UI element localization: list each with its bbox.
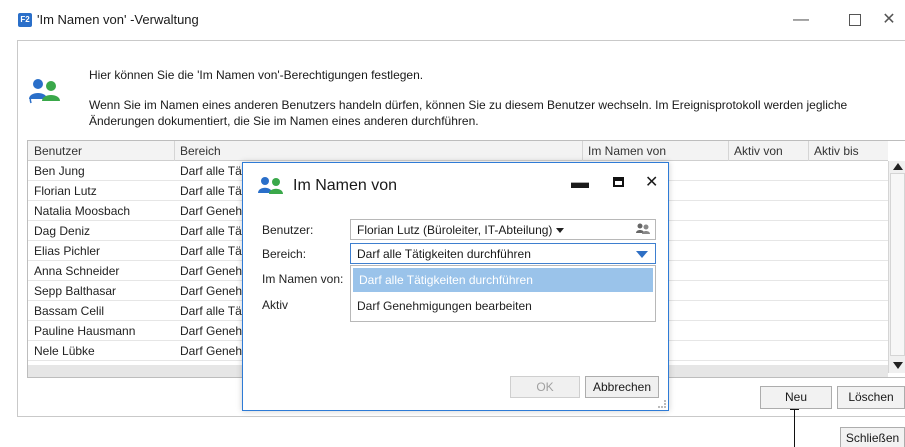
cell-benutzer: Elias Pichler — [34, 244, 101, 258]
cell-benutzer: Ben Jung — [34, 164, 85, 178]
bereich-dropdown-list: Darf alle Tätigkeiten durchführen Darf G… — [350, 265, 656, 322]
cell-bereich: Darf Genehr — [180, 264, 247, 278]
cell-bereich: Darf Genehr — [180, 284, 247, 298]
cancel-button[interactable]: Abbrechen — [585, 376, 659, 398]
label-bereich: Bereich: — [262, 247, 307, 261]
cell-benutzer: Bassam Celil — [34, 304, 105, 318]
intro-text-2: Wenn Sie im Namen eines anderen Benutzer… — [89, 98, 848, 128]
dialog-maximize-button[interactable] — [613, 177, 624, 187]
window-title: 'Im Namen von' -Verwaltung — [37, 12, 199, 27]
minimize-button[interactable]: — — [786, 8, 816, 32]
dialog-close-button[interactable]: ✕ — [645, 172, 658, 192]
cell-bereich: Darf alle Täti — [180, 164, 248, 178]
column-separator[interactable] — [582, 141, 583, 161]
cell-benutzer: Dag Deniz — [34, 224, 91, 238]
users-picker-icon[interactable] — [635, 222, 651, 236]
close-button[interactable]: ✕ — [874, 8, 904, 32]
column-separator[interactable] — [174, 141, 175, 161]
column-header-benutzer[interactable]: Benutzer — [34, 144, 82, 158]
delete-button[interactable]: Löschen — [837, 386, 905, 409]
resize-grip-icon[interactable] — [658, 400, 666, 408]
label-aktiv: Aktiv — [262, 298, 289, 312]
vertical-scrollbar[interactable] — [888, 161, 905, 373]
cell-bereich: Darf Genehr — [180, 344, 247, 358]
maximize-icon — [849, 13, 861, 26]
new-button[interactable]: Neu — [760, 386, 832, 409]
ok-button[interactable]: OK — [510, 376, 580, 398]
dropdown-option[interactable]: Darf Genehmigungen bearbeiten — [351, 294, 655, 318]
scroll-track[interactable] — [890, 173, 905, 356]
cell-bereich: Darf alle Täti — [180, 244, 248, 258]
im-namen-von-dialog: Im Namen von ▬ ✕ Benutzer: Florian Lutz … — [242, 162, 669, 411]
cell-benutzer: Florian Lutz — [34, 184, 97, 198]
chevron-down-icon[interactable] — [636, 251, 648, 258]
scroll-up-arrow-icon[interactable] — [893, 163, 903, 170]
label-benutzer: Benutzer: — [262, 223, 314, 237]
title-bar: F2 'Im Namen von' -Verwaltung — ✕ — [0, 0, 905, 40]
column-header-aktiv-bis[interactable]: Aktiv bis — [814, 144, 859, 158]
benutzer-select[interactable]: Florian Lutz (Büroleiter, IT-Abteilung) — [350, 219, 656, 240]
label-im-namen-von: Im Namen von: — [262, 272, 344, 286]
cell-benutzer: Sepp Balthasar — [34, 284, 117, 298]
dialog-minimize-button[interactable]: ▬ — [571, 172, 589, 193]
cell-benutzer: Nele Lübke — [34, 344, 95, 358]
close-window-button[interactable]: Schließen — [840, 427, 905, 447]
table-header: Benutzer Bereich Im Namen von Aktiv von … — [28, 141, 888, 161]
column-separator[interactable] — [728, 141, 729, 161]
dropdown-option[interactable]: Darf alle Tätigkeiten durchführen — [353, 268, 653, 292]
column-header-im-namen-von[interactable]: Im Namen von — [588, 144, 666, 158]
callout-pointer-line — [794, 410, 795, 447]
cell-bereich: Darf alle Täti — [180, 304, 248, 318]
chevron-down-icon — [556, 228, 565, 234]
cell-bereich: Darf Genehr — [180, 324, 247, 338]
cell-benutzer: Anna Schneider — [34, 264, 120, 278]
intro-text-1: Hier können Sie die 'Im Namen von'-Berec… — [89, 68, 424, 82]
cell-bereich: Darf alle Täti — [180, 224, 248, 238]
cell-bereich: Darf Genehr — [180, 204, 247, 218]
cell-bereich: Darf alle Täti — [180, 184, 248, 198]
column-header-bereich[interactable]: Bereich — [180, 144, 221, 158]
bereich-select[interactable]: Darf alle Tätigkeiten durchführen — [350, 243, 656, 264]
bereich-select-value: Darf alle Tätigkeiten durchführen — [357, 247, 531, 261]
benutzer-select-value: Florian Lutz (Büroleiter, IT-Abteilung) — [357, 223, 565, 237]
users-icon — [258, 177, 283, 194]
users-icon — [29, 79, 60, 104]
app-badge-icon: F2 — [18, 13, 32, 27]
column-separator[interactable] — [808, 141, 809, 161]
cell-benutzer: Pauline Hausmann — [34, 324, 136, 338]
maximize-button[interactable] — [840, 8, 870, 32]
scroll-down-arrow-icon[interactable] — [893, 362, 903, 369]
column-header-aktiv-von[interactable]: Aktiv von — [734, 144, 783, 158]
dialog-title: Im Namen von — [293, 177, 398, 194]
cell-benutzer: Natalia Moosbach — [34, 204, 131, 218]
